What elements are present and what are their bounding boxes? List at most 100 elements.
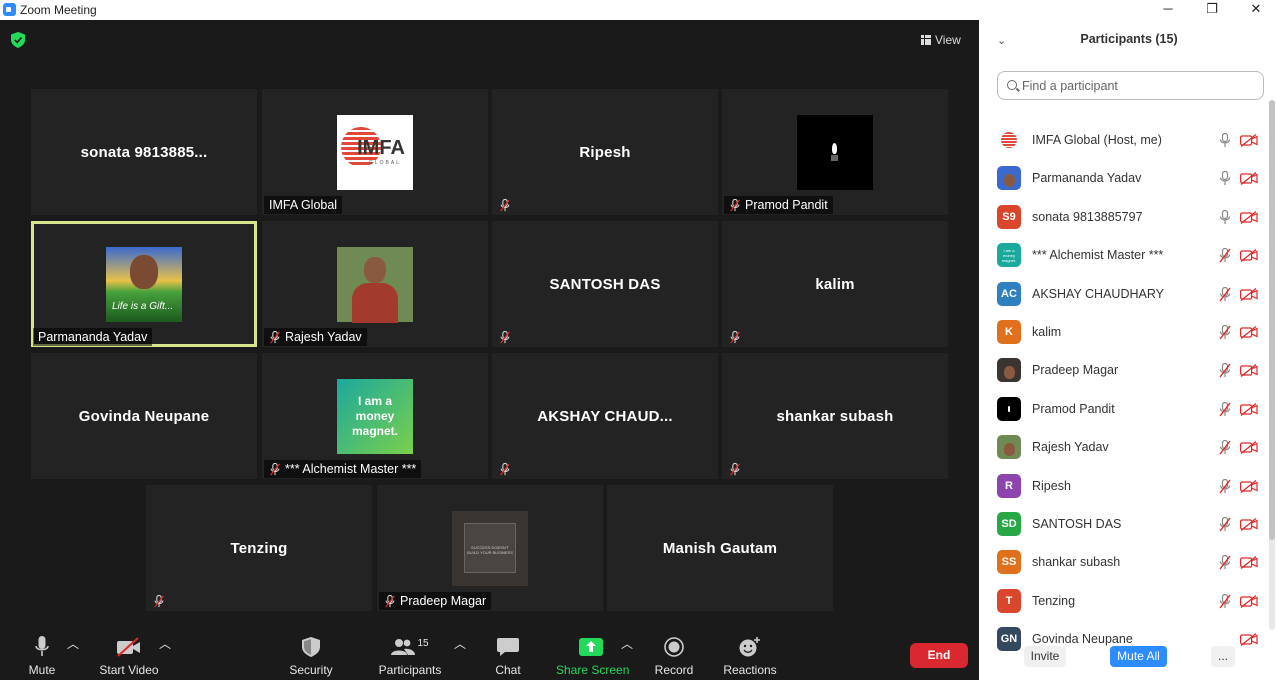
view-button[interactable]: View [921,30,971,50]
participants-options-caret[interactable]: ︿ [454,635,466,652]
encryption-shield-icon[interactable] [11,32,25,48]
video-off-icon [1240,133,1258,148]
participants-scrollbar[interactable] [1269,100,1275,630]
audio-options-caret[interactable]: ︿ [67,635,79,652]
participant-avatar [997,166,1021,191]
participant-row[interactable]: Parmananda Yadav [979,160,1277,198]
video-tile[interactable]: SANTOSH DAS [492,221,718,347]
muted-microphone-icon[interactable] [1219,324,1231,340]
video-tile[interactable]: SUCCESS DOESN'T BUILD YOUR BUSINESS Prade… [377,485,603,611]
mute-label: Mute [28,663,56,677]
muted-microphone-icon[interactable] [1219,248,1231,263]
muted-microphone-icon [499,198,511,212]
participant-search-input[interactable] [1022,77,1252,95]
security-button[interactable]: Security [285,635,337,677]
participant-name-tag [494,460,520,478]
participant-row[interactable]: Kkalim [979,314,1277,352]
participant-row[interactable]: SS shankar subash [979,544,1277,582]
participant-name: Pradeep Magar [400,594,487,608]
video-tile[interactable]: I am a money magnet. *** Alchemist Master… [262,353,488,479]
muted-microphone-icon[interactable] [1219,440,1231,455]
video-tile[interactable]: Pramod Pandit [722,89,948,215]
participant-name-tag [724,328,750,346]
close-button[interactable]: ✕ [1236,0,1276,20]
video-tile[interactable]: Ripesh [492,89,718,215]
muted-microphone-icon[interactable] [1219,401,1231,417]
meeting-toolbar: Mute ︿ Start Video ︿ Security 15 Partici… [0,627,979,680]
participant-row[interactable]: Pramod Pandit [979,391,1277,429]
video-options-caret[interactable]: ︿ [159,635,171,652]
muted-microphone-icon [269,462,281,476]
participant-row[interactable]: Rajesh Yadav [979,429,1277,467]
participant-display-name: Tenzing [230,539,288,557]
video-tile[interactable]: Tenzing [146,485,372,611]
participant-display-name: AKSHAY CHAUD... [537,407,673,425]
muted-microphone-icon[interactable] [1219,593,1231,609]
video-tile[interactable]: shankar subash [722,353,948,479]
record-button[interactable]: Record [654,635,694,677]
participant-search[interactable] [997,71,1264,100]
participant-name: Parmananda Yadav [38,330,148,344]
video-tile[interactable]: IMFA GLOBAL IMFA Global [262,89,488,215]
participant-name: *** Alchemist Master *** [1032,248,1164,263]
muted-microphone-icon[interactable] [1219,286,1231,302]
share-options-caret[interactable]: ︿ [621,635,633,652]
video-tile[interactable]: AKSHAY CHAUD... [492,353,718,479]
participant-name-tag: Rajesh Yadav [264,328,367,346]
share-screen-button[interactable]: Share Screen [556,635,629,677]
video-tile[interactable]: Manish Gautam [607,485,833,611]
video-off-icon [1240,172,1258,186]
participant-avatar [997,128,1021,152]
reactions-button[interactable]: Reactions [722,635,778,677]
more-options-button[interactable]: ... [1211,646,1235,667]
mute-button[interactable]: Mute [22,635,62,677]
muted-microphone-icon[interactable] [1219,363,1231,378]
video-off-icon [1240,210,1258,224]
video-tile[interactable]: Govinda Neupane [31,353,257,479]
video-off-icon [1240,517,1258,532]
video-tile[interactable]: Rajesh Yadav [262,221,488,347]
muted-microphone-icon [729,330,741,344]
microphone-icon[interactable] [1219,209,1231,225]
participant-avatar: GN [997,627,1021,652]
participant-row[interactable]: Pradeep Magar [979,352,1277,390]
participant-profile-picture: SUCCESS DOESN'T BUILD YOUR BUSINESS [452,511,528,586]
muted-microphone-icon[interactable] [1219,555,1231,570]
participant-row[interactable]: T Tenzing [979,583,1277,621]
microphone-icon[interactable] [1219,171,1231,186]
microphone-icon[interactable] [1219,132,1231,148]
video-off-icon [1240,325,1258,340]
grid-view-icon [921,35,931,45]
participant-name: Tenzing [1032,593,1076,608]
participant-avatar: AC [997,281,1021,306]
participant-row[interactable]: S9 sonata 9813885797 [979,199,1277,237]
start-video-button[interactable]: Start Video [98,635,160,677]
participants-title: Participants (15) [1080,32,1178,46]
participant-display-name: SANTOSH DAS [549,275,661,293]
video-tile[interactable]: kalim [722,221,948,347]
end-meeting-button[interactable]: End [910,643,968,668]
restore-button[interactable]: ❐ [1192,0,1232,20]
participants-button[interactable]: 15 Participants [378,635,442,678]
participant-display-name: shankar subash [776,407,894,425]
muted-microphone-icon [729,198,741,212]
participants-label: Participants [378,663,442,677]
minimize-button[interactable]: ─ [1148,0,1188,20]
muted-microphone-icon [499,330,511,344]
participant-row[interactable]: I am a money magnet. *** Alchemist Master… [979,237,1277,275]
start-video-label: Start Video [99,663,159,677]
video-tile[interactable]: sonata 9813885... [31,89,257,215]
participant-name-tag: IMFA Global [264,196,343,214]
participant-row[interactable]: R Ripesh [979,468,1277,506]
participant-row[interactable]: AC AKSHAY CHAUDHARY [979,276,1277,314]
muted-microphone-icon[interactable] [1219,516,1231,532]
participant-row[interactable]: SD SANTOSH DAS [979,506,1277,544]
invite-button[interactable]: Invite [1024,646,1066,667]
mute-all-button[interactable]: Mute All [1110,646,1167,667]
video-tile[interactable]: Life is a Gift... Parmananda Yadav [31,221,257,347]
muted-microphone-icon[interactable] [1219,478,1231,494]
participant-row[interactable]: IMFA Global (Host, me) [979,122,1277,160]
scrollbar-thumb[interactable] [1269,100,1275,540]
chat-button[interactable]: Chat [490,635,526,677]
search-icon [1007,80,1017,90]
